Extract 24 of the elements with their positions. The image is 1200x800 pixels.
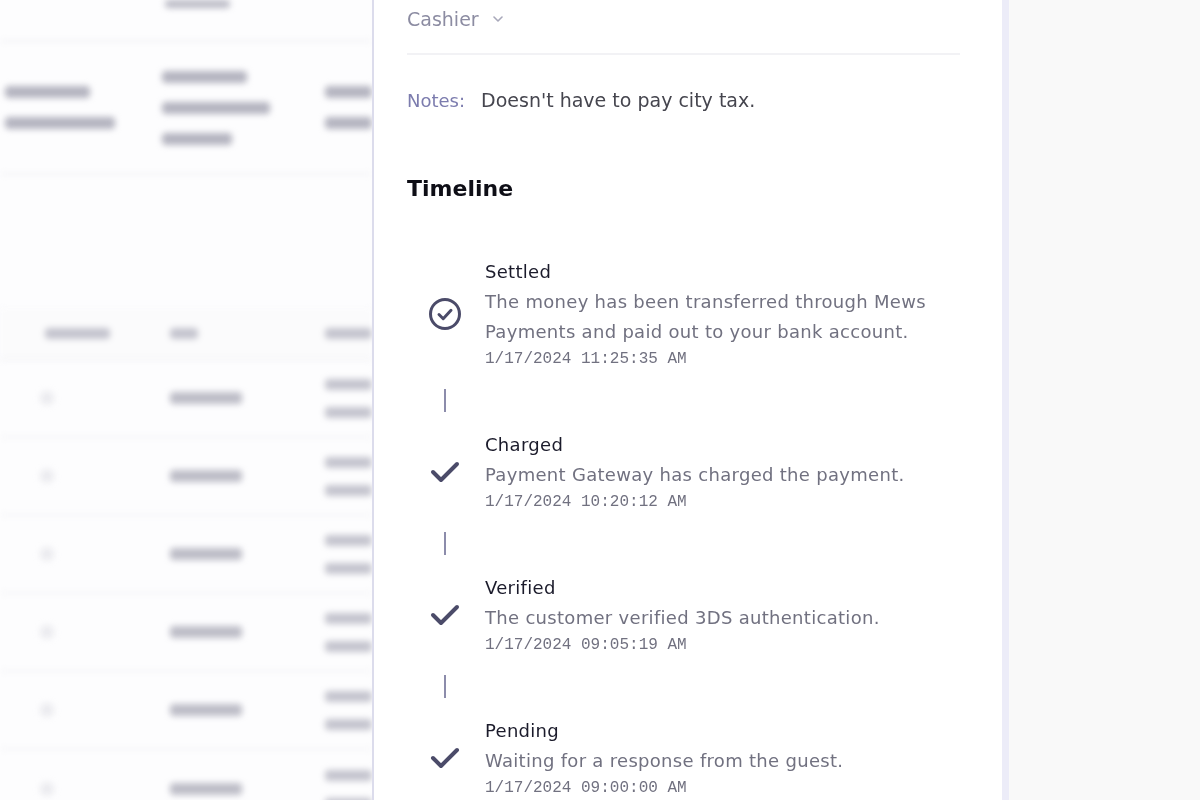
- timeline-connector: [444, 389, 446, 412]
- check-icon: [430, 604, 460, 626]
- event-description: Waiting for a response from the guest.: [485, 749, 845, 773]
- event-title: Verified: [485, 576, 557, 600]
- timeline-connector: [444, 675, 446, 698]
- event-timestamp: 1/17/2024 09:05:19 AM: [485, 635, 688, 656]
- notes-label: Notes:: [407, 88, 466, 113]
- timeline-heading: Timeline: [407, 175, 515, 203]
- chevron-down-icon: [492, 16, 503, 22]
- check-icon: [430, 747, 460, 769]
- event-description: The money has been transferred through Mews Payments and paid out to your bank account.: [485, 290, 927, 344]
- notes-text: Doesn't have to pay city tax.: [481, 87, 756, 113]
- event-title: Charged: [485, 433, 565, 457]
- event-description: Payment Gateway has charged the payment.: [485, 463, 906, 487]
- event-timestamp: 1/17/2024 09:00:00 AM: [485, 778, 688, 799]
- event-title: Pending: [485, 719, 561, 743]
- event-timestamp: 1/17/2024 11:25:35 AM: [485, 349, 688, 370]
- event-timestamp: 1/17/2024 10:20:12 AM: [485, 492, 688, 513]
- check-icon: [430, 461, 460, 483]
- event-description: The customer verified 3DS authentication.: [485, 606, 881, 630]
- timeline-connector: [444, 532, 446, 555]
- circle-check-icon: [429, 298, 461, 330]
- event-title: Settled: [485, 260, 553, 284]
- section-label: Cashier: [407, 6, 479, 32]
